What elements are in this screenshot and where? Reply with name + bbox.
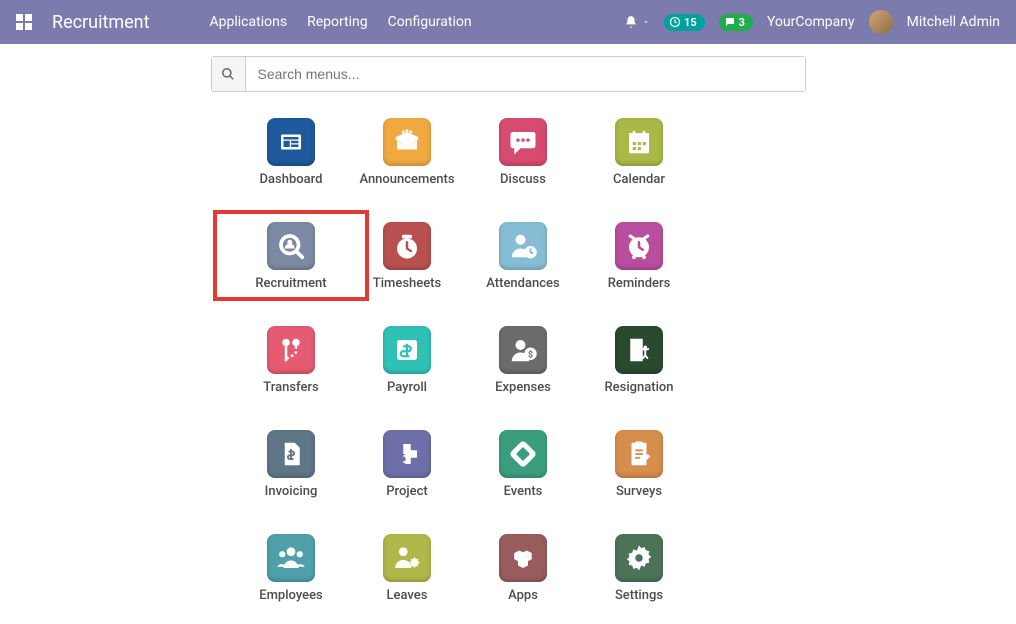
app-label: Project (386, 484, 427, 499)
app-label: Payroll (387, 380, 427, 395)
app-label: Announcements (359, 172, 454, 187)
leaves-icon (383, 534, 431, 582)
app-timesheets[interactable]: Timesheets (354, 222, 460, 291)
header-left: Recruitment Applications Reporting Confi… (16, 12, 472, 33)
search-icon (221, 67, 235, 81)
search-button[interactable] (212, 57, 246, 91)
notifications-button[interactable] (624, 15, 650, 29)
app-discuss[interactable]: Discuss (470, 118, 576, 187)
app-label: Discuss (500, 172, 546, 187)
app-leaves[interactable]: Leaves (354, 534, 460, 603)
app-attendances[interactable]: Attendances (470, 222, 576, 291)
chat-icon (724, 16, 736, 28)
dashboard-icon (267, 118, 315, 166)
user-menu[interactable]: Mitchell Admin (907, 14, 1000, 30)
apps-grid: Dashboard Announcements Discuss Calendar Rec… (208, 118, 808, 603)
nav-reporting[interactable]: Reporting (307, 14, 368, 30)
app-label: Calendar (613, 172, 665, 187)
discuss-badge-count: 3 (739, 16, 745, 29)
app-label: Settings (615, 588, 663, 603)
app-transfers[interactable]: Transfers (238, 326, 344, 395)
recruitment-icon (267, 222, 315, 270)
bell-icon (624, 15, 638, 29)
app-label: Events (504, 484, 543, 499)
app-label: Transfers (263, 380, 318, 395)
app-label: Recruitment (255, 276, 326, 291)
settings-icon (615, 534, 663, 582)
activity-badge-count: 15 (684, 16, 697, 29)
company-selector[interactable]: YourCompany (767, 14, 855, 30)
app-reminders[interactable]: Reminders (586, 222, 692, 291)
nav-applications[interactable]: Applications (210, 14, 288, 30)
app-resignation[interactable]: Resignation (586, 326, 692, 395)
app-invoicing[interactable]: Invoicing (238, 430, 344, 499)
invoicing-icon (267, 430, 315, 478)
surveys-icon (615, 430, 663, 478)
app-label: Invoicing (265, 484, 318, 499)
header-right: 15 3 YourCompany Mitchell Admin (624, 10, 1000, 34)
app-label: Resignation (604, 380, 673, 395)
chevron-down-icon (642, 18, 650, 26)
app-payroll[interactable]: Payroll (354, 326, 460, 395)
project-icon (383, 430, 431, 478)
app-expenses[interactable]: $ Expenses (470, 326, 576, 395)
app-label: Apps (508, 588, 538, 603)
app-announcements[interactable]: Announcements (354, 118, 460, 187)
announcements-icon (383, 118, 431, 166)
transfers-icon (267, 326, 315, 374)
app-events[interactable]: Events (470, 430, 576, 499)
app-employees[interactable]: Employees (238, 534, 344, 603)
app-surveys[interactable]: Surveys (586, 430, 692, 499)
app-calendar[interactable]: Calendar (586, 118, 692, 187)
discuss-icon (499, 118, 547, 166)
apps-menu-icon[interactable] (16, 14, 32, 30)
clock-icon (669, 16, 681, 28)
timesheets-icon (383, 222, 431, 270)
employees-icon (267, 534, 315, 582)
app-label: Employees (259, 588, 322, 603)
expenses-icon: $ (499, 326, 547, 374)
app-project[interactable]: Project (354, 430, 460, 499)
nav-configuration[interactable]: Configuration (388, 14, 472, 30)
search-wrap (211, 56, 806, 92)
app-label: Surveys (616, 484, 662, 499)
app-apps[interactable]: Apps (470, 534, 576, 603)
app-label: Dashboard (260, 172, 323, 187)
reminders-icon (615, 222, 663, 270)
resignation-icon (615, 326, 663, 374)
app-label: Reminders (608, 276, 671, 291)
app-label: Attendances (486, 276, 559, 291)
attendances-icon (499, 222, 547, 270)
discuss-button[interactable]: 3 (719, 14, 753, 31)
search-input[interactable] (246, 57, 805, 91)
app-label: Timesheets (373, 276, 441, 291)
app-title[interactable]: Recruitment (52, 12, 150, 33)
payroll-icon (383, 326, 431, 374)
avatar[interactable] (869, 10, 893, 34)
nav-links: Applications Reporting Configuration (210, 14, 472, 30)
calendar-icon (615, 118, 663, 166)
app-label: Expenses (495, 380, 551, 395)
apps-icon (499, 534, 547, 582)
svg-text:$: $ (528, 350, 533, 361)
search-container (0, 44, 1016, 104)
app-label: Leaves (387, 588, 428, 603)
main-header: Recruitment Applications Reporting Confi… (0, 0, 1016, 44)
events-icon (499, 430, 547, 478)
app-recruitment[interactable]: Recruitment (238, 222, 344, 291)
activity-button[interactable]: 15 (664, 14, 705, 31)
app-dashboard[interactable]: Dashboard (238, 118, 344, 187)
app-settings[interactable]: Settings (586, 534, 692, 603)
